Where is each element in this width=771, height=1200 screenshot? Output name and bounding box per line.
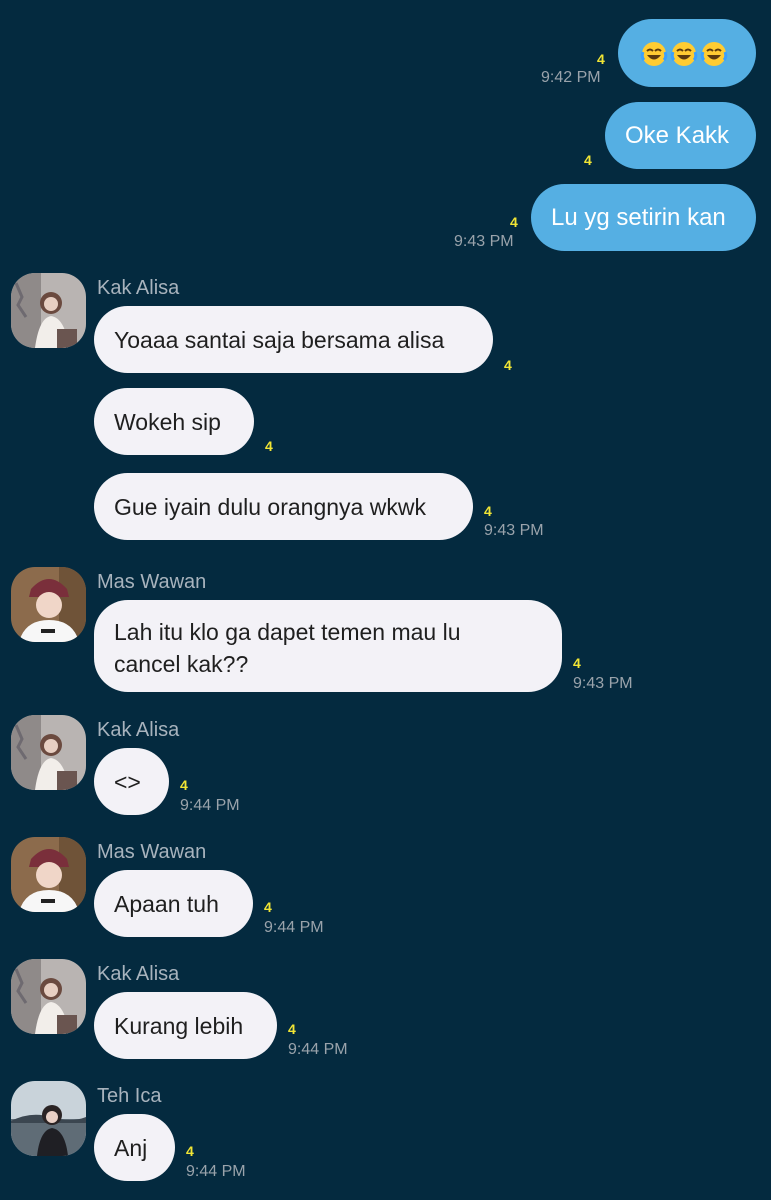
message-text: Kurang lebih: [114, 1013, 244, 1039]
sender-name: Mas Wawan: [97, 841, 207, 863]
tears-of-joy-emoji-icon: [639, 39, 729, 66]
message-time: 9:43 PM: [573, 675, 633, 692]
read-count: 4: [265, 438, 273, 454]
incoming-message-bubble[interactable]: Gue iyain dulu orangnya wkwk: [94, 473, 473, 540]
read-count: 4: [573, 655, 581, 671]
message-time: 9:44 PM: [288, 1041, 348, 1058]
message-text: Lu yg setirin kan: [551, 204, 726, 231]
message-text: Wokeh sip: [114, 409, 221, 435]
message-text: Yoaaa santai saja bersama alisa: [114, 327, 445, 353]
incoming-message-bubble[interactable]: Lah itu klo ga dapet temen mau lu cancel…: [94, 600, 562, 692]
sender-name: Kak Alisa: [97, 277, 180, 299]
read-count: 4: [186, 1143, 194, 1159]
message-time: 9:43 PM: [454, 233, 514, 250]
incoming-message-bubble[interactable]: <>: [94, 748, 169, 815]
outgoing-message-bubble[interactable]: Lu yg setirin kan: [531, 184, 756, 251]
message-text: Anj: [114, 1135, 148, 1161]
avatar-kak-alisa[interactable]: [11, 715, 86, 790]
message-time: 9:44 PM: [264, 919, 324, 936]
message-text: Oke Kakk: [625, 122, 730, 149]
read-count: 4: [597, 51, 605, 67]
message-text-line: cancel kak??: [114, 651, 249, 677]
avatar-kak-alisa[interactable]: [11, 273, 86, 348]
read-count: 4: [264, 899, 272, 915]
sender-name: Mas Wawan: [97, 571, 207, 593]
avatar-mas-wawan[interactable]: [11, 567, 86, 642]
message-text: <>: [114, 769, 141, 795]
read-count: 4: [584, 152, 592, 168]
message-time: 9:43 PM: [484, 522, 544, 539]
sender-name: Teh Ica: [97, 1085, 162, 1107]
sender-name: Kak Alisa: [97, 963, 180, 985]
incoming-message-bubble[interactable]: Kurang lebih: [94, 992, 277, 1059]
message-text: Gue iyain dulu orangnya wkwk: [114, 494, 426, 520]
outgoing-message-bubble[interactable]: [618, 19, 756, 87]
message-time: 9:44 PM: [186, 1163, 246, 1180]
read-count: 4: [484, 503, 492, 519]
message-text: Apaan tuh: [114, 891, 219, 917]
incoming-message-bubble[interactable]: Yoaaa santai saja bersama alisa: [94, 306, 493, 373]
message-time: 9:42 PM: [541, 69, 601, 86]
sender-name: Kak Alisa: [97, 719, 180, 741]
avatar-kak-alisa[interactable]: [11, 959, 86, 1034]
avatar-mas-wawan[interactable]: [11, 837, 86, 912]
incoming-message-bubble[interactable]: Wokeh sip: [94, 388, 254, 455]
read-count: 4: [288, 1021, 296, 1037]
message-time: 9:44 PM: [180, 797, 240, 814]
avatar-teh-ica[interactable]: [11, 1081, 86, 1156]
read-count: 4: [504, 357, 512, 373]
incoming-message-bubble[interactable]: Anj: [94, 1114, 175, 1181]
message-text-line: Lah itu klo ga dapet temen mau lu: [114, 619, 461, 645]
read-count: 4: [510, 214, 518, 230]
outgoing-message-bubble[interactable]: Oke Kakk: [605, 102, 756, 169]
read-count: 4: [180, 777, 188, 793]
incoming-message-bubble[interactable]: Apaan tuh: [94, 870, 253, 937]
